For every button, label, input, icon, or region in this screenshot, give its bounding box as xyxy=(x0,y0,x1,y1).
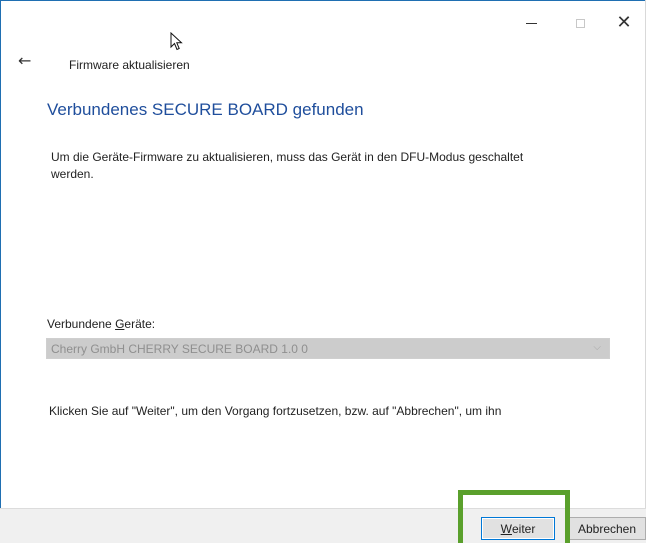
cancel-button[interactable]: Abbrechen xyxy=(568,517,646,540)
minimize-button[interactable] xyxy=(518,12,544,34)
firmware-wizard-window: ✕ ← Firmware aktualisieren Verbundenes S… xyxy=(0,0,646,543)
connected-devices-label: Verbundene Geräte: xyxy=(47,317,155,331)
back-arrow-glyph: ← xyxy=(18,51,32,70)
cancel-button-label: Abbrechen xyxy=(577,521,637,536)
close-button[interactable]: ✕ xyxy=(611,12,637,34)
chevron-down-icon: ⌵ xyxy=(593,342,601,353)
connected-devices-select[interactable]: Cherry GmbH CHERRY SECURE BOARD 1.0 0 ⌵ xyxy=(46,338,610,359)
back-arrow-icon[interactable]: ← xyxy=(18,51,36,70)
instruction-text: Klicken Sie auf "Weiter", um den Vorgang… xyxy=(49,404,502,418)
mouse-pointer-icon xyxy=(170,32,183,51)
next-button-highlight xyxy=(458,490,570,543)
window-border-top xyxy=(0,0,646,1)
maximize-icon xyxy=(575,18,585,28)
devices-label-mnemonic: G xyxy=(115,317,125,331)
wizard-title: Firmware aktualisieren xyxy=(69,58,190,72)
selected-device-value: Cherry GmbH CHERRY SECURE BOARD 1.0 0 xyxy=(51,341,308,356)
page-heading: Verbundenes SECURE BOARD gefunden xyxy=(47,100,364,119)
devices-label-part-1: Verbundene xyxy=(47,317,116,331)
close-icon: ✕ xyxy=(616,12,632,33)
minimize-icon xyxy=(525,22,537,24)
window-border-left xyxy=(0,0,1,543)
description-text: Um die Geräte-Firmware zu aktualisieren,… xyxy=(51,150,524,181)
maximize-button[interactable] xyxy=(567,12,593,34)
devices-label-part-2: eräte: xyxy=(124,317,156,331)
